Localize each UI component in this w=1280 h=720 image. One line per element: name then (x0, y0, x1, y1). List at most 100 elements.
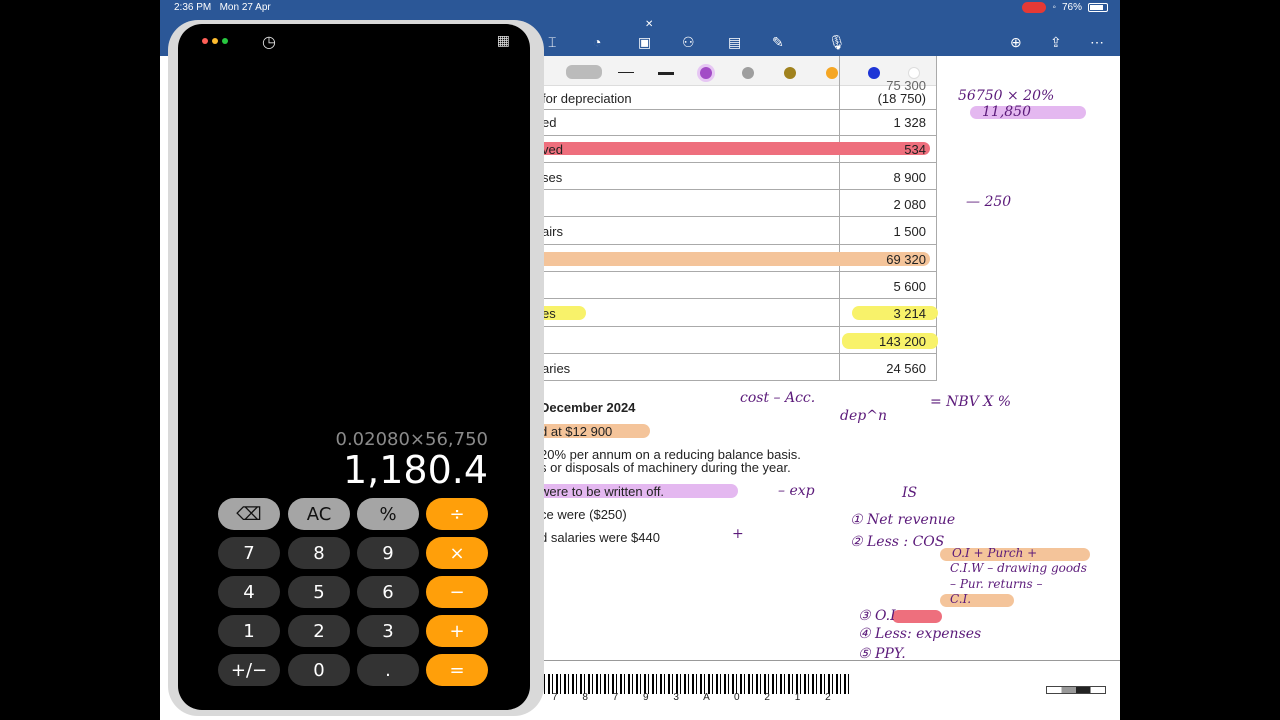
note-line: were to be written off. (540, 484, 665, 499)
objects-icon[interactable]: ⚇ (682, 34, 695, 51)
cursor-line (160, 676, 166, 678)
table-row-value: 143 200 (879, 334, 926, 349)
digit-8-key[interactable]: 8 (288, 537, 350, 569)
ink-is: IS (902, 485, 918, 501)
backspace-key[interactable]: ⌫ (218, 498, 280, 530)
battery-icon (1088, 3, 1108, 12)
table-row-value: 1 328 (893, 115, 926, 130)
ink-calc: 56750 × 20% (958, 88, 1055, 104)
table-row-value: 3 214 (893, 306, 926, 321)
page-thumbnails[interactable] (1046, 686, 1106, 694)
ipad-screen: 2:36 PM Mon 27 Apr ◦ 76% ✕ ⌶ ◔ ▣ ⚇ ▤ ✎ 🎙… (160, 0, 1120, 720)
calculator-mode-icon[interactable]: ▦ (497, 32, 510, 49)
table-row-label: ed (542, 115, 557, 130)
calc-result: 1,180.4 (342, 448, 488, 492)
table-row-value: 1 500 (893, 224, 926, 239)
digit-6-key[interactable]: 6 (357, 576, 419, 608)
table-row-label: airs (542, 224, 563, 239)
ink-formula2: dep^n (840, 408, 887, 424)
table-row-label: for depreciation (542, 91, 632, 106)
note-line: ce were ($250) (540, 507, 627, 522)
table-edge (936, 56, 937, 381)
ink-item2d: C.I. (950, 592, 972, 606)
add-page-icon[interactable]: ⊕ (1010, 34, 1022, 51)
ink-formula1: cost – Acc. (740, 390, 816, 406)
sign-key[interactable]: +/− (218, 654, 280, 686)
note-line: s or disposals of machinery during the y… (540, 460, 791, 475)
pen-icon[interactable]: ✎ (772, 34, 784, 51)
status-bar: 2:36 PM Mon 27 Apr ◦ 76% (160, 0, 1120, 16)
ink-exp: – exp (778, 483, 815, 499)
image-icon[interactable]: ▣ (638, 34, 651, 51)
close-dot[interactable] (202, 38, 208, 44)
percent-key[interactable]: % (357, 498, 419, 530)
minimize-dot[interactable] (212, 38, 218, 44)
status-time: 2:36 PM (174, 2, 212, 13)
digit-2-key[interactable]: 2 (288, 615, 350, 647)
ink-item2: ② Less : COS (850, 534, 945, 550)
share-icon[interactable]: ⇪ (1050, 34, 1062, 51)
table-row-value: 8 900 (893, 170, 926, 185)
stroke-thick[interactable] (658, 72, 674, 75)
ink-item1: ① Net revenue (850, 512, 956, 528)
digit-7-key[interactable]: 7 (218, 537, 280, 569)
table-row-label: ses (542, 170, 563, 185)
ink-formula3: = NBV X % (930, 394, 1011, 410)
ink-item2a: O.I + Purch + (952, 546, 1038, 560)
ink-plus: + (732, 526, 744, 542)
digit-9-key[interactable]: 9 (357, 537, 419, 569)
comment-icon[interactable]: ▤ (728, 34, 741, 51)
color-grey[interactable] (742, 67, 754, 79)
maximize-dot[interactable] (222, 38, 228, 44)
color-olive[interactable] (784, 67, 796, 79)
digit-0-key[interactable]: 0 (288, 654, 350, 686)
ink-minus250: — 250 (966, 194, 1012, 210)
note-line: d at $12 900 (540, 424, 613, 439)
clear-key[interactable]: AC (288, 498, 350, 530)
digit-3-key[interactable]: 3 (357, 615, 419, 647)
add-key[interactable]: + (426, 615, 488, 647)
close-tab-icon[interactable]: ✕ (645, 19, 653, 30)
table-row-label: es (542, 306, 556, 321)
subtract-key[interactable]: − (426, 576, 488, 608)
ink-item4: ④ Less: expenses (858, 626, 982, 642)
status-date: Mon 27 Apr (219, 2, 271, 13)
ink-item2b: C.I.W – drawing goods (950, 561, 1087, 575)
table-row-value: 24 560 (886, 361, 926, 376)
stroke-thin-selected[interactable] (566, 65, 602, 79)
table-divider (839, 56, 840, 381)
multiply-key[interactable]: × (426, 537, 488, 569)
ink-item3: ③ O.I (858, 608, 896, 624)
digit-1-key[interactable]: 1 (218, 615, 280, 647)
more-icon[interactable]: ⋯ (1090, 34, 1104, 51)
note-line: d salaries were $440 (540, 530, 660, 545)
history-icon[interactable]: ◷ (262, 32, 276, 52)
stroke-medium[interactable] (618, 72, 634, 73)
notes-heading: December 2024 (540, 400, 636, 415)
digit-5-key[interactable]: 5 (288, 576, 350, 608)
calc-expression: 0.02080×56,750 (335, 429, 489, 450)
table-row-value: 2 080 (893, 197, 926, 212)
screen-record-icon[interactable] (1022, 2, 1047, 13)
barcode-number: 7 8 7 9 3 A 0 2 1 2 (552, 692, 842, 703)
color-purple[interactable] (700, 67, 712, 79)
table-row-value: 5 600 (893, 279, 926, 294)
barcode (540, 674, 850, 694)
decimal-key[interactable]: . (357, 654, 419, 686)
battery-percent: 76% (1061, 2, 1082, 13)
table-row-value: 534 (904, 142, 926, 157)
table-row-label: aries (542, 361, 571, 376)
shapes-icon[interactable]: ◔ (593, 34, 601, 50)
ink-calc-result: 11,850 (982, 104, 1031, 120)
color-orange[interactable] (826, 67, 838, 79)
table-row-value: 69 320 (886, 252, 926, 267)
microphone-icon[interactable]: 🎙 (828, 34, 846, 51)
window-controls[interactable] (202, 38, 228, 44)
digit-4-key[interactable]: 4 (218, 576, 280, 608)
table-row-value: (18 750) (877, 91, 926, 106)
equals-key[interactable]: = (426, 654, 488, 686)
ink-item2c: – Pur. returns – (950, 577, 1043, 591)
text-box-icon[interactable]: ⌶ (548, 34, 556, 51)
table-row-label: ved (542, 142, 563, 157)
divide-key[interactable]: ÷ (426, 498, 488, 530)
